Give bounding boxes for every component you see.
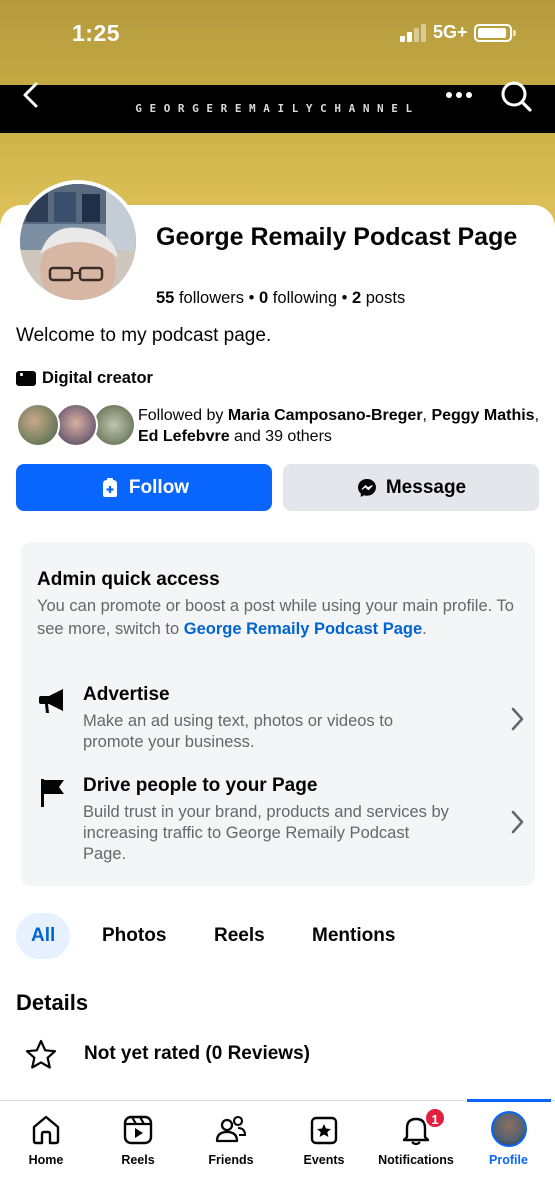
nav-label: Reels	[121, 1153, 155, 1167]
signal-icon	[400, 24, 428, 42]
nav-events[interactable]: Events	[278, 1101, 370, 1200]
followed-by-separator: ,	[534, 407, 540, 424]
nav-profile[interactable]: Profile	[462, 1101, 555, 1200]
message-button[interactable]: Message	[283, 464, 539, 511]
profile-tabs: All Photos Reels Mentions	[16, 913, 541, 959]
follow-icon	[102, 477, 117, 497]
advertise-title: Advertise	[83, 684, 170, 705]
follow-label: Follow	[128, 476, 190, 498]
drive-traffic-item[interactable]: Drive people to your Page Build trust in…	[37, 775, 527, 865]
status-time: 1:25	[72, 20, 121, 46]
following-count[interactable]: 0	[259, 289, 268, 307]
search-button[interactable]	[498, 78, 534, 114]
details-heading: Details	[16, 990, 89, 1015]
drive-traffic-description: Build trust in your brand, products and …	[83, 803, 449, 863]
star-icon	[25, 1039, 57, 1069]
nav-friends[interactable]: Friends	[184, 1101, 278, 1200]
nav-label: Events	[303, 1153, 345, 1167]
followers-count[interactable]: 55	[156, 289, 174, 307]
avatar-photo	[20, 184, 136, 300]
profile-bio: Welcome to my podcast page.	[16, 325, 272, 346]
page-category: Digital creator	[16, 369, 153, 388]
advertise-description: Make an ad using text, photos or videos …	[83, 712, 394, 751]
tab-reels[interactable]: Reels	[214, 913, 265, 959]
follower-name[interactable]: Ed Lefebvre	[138, 428, 230, 445]
video-camera-icon	[16, 371, 36, 386]
nav-label: Notifications	[378, 1153, 454, 1167]
nav-label: Home	[28, 1153, 64, 1167]
chevron-left-icon	[23, 82, 38, 108]
followed-by-row[interactable]: Followed by Maria Camposano-Breger, Pegg…	[16, 403, 541, 449]
switch-profile-link[interactable]: George Remaily Podcast Page	[184, 620, 422, 638]
follow-button[interactable]: Follow	[16, 464, 272, 511]
posts-count: 2	[351, 289, 362, 307]
status-bar: 1:25 5G+	[0, 0, 555, 70]
follower-name[interactable]: Peggy Mathis	[431, 407, 534, 424]
flag-icon	[41, 779, 64, 807]
bottom-nav: Home Reels Friends Events 1 Notification…	[0, 1099, 555, 1200]
profile-stats: 55 followers • 0 following • 2 posts	[156, 289, 405, 308]
chevron-right-icon	[511, 707, 524, 731]
events-icon	[310, 1116, 338, 1145]
drive-traffic-title: Drive people to your Page	[83, 775, 318, 796]
category-label: Digital creator	[42, 369, 153, 387]
rating-row[interactable]: Not yet rated (0 Reviews)	[24, 1038, 524, 1072]
tab-photos[interactable]: Photos	[102, 913, 166, 959]
home-icon	[32, 1115, 60, 1145]
tab-all[interactable]: All	[16, 913, 71, 959]
admin-card-title: Admin quick access	[37, 569, 220, 590]
admin-quick-access-card: Admin quick access You can promote or bo…	[21, 542, 535, 886]
message-label: Message	[385, 476, 467, 498]
profile-nav-avatar	[490, 1111, 527, 1147]
friends-icon	[215, 1115, 247, 1143]
follower-avatar	[54, 403, 98, 447]
admin-card-description: You can promote or boost a post while us…	[37, 595, 517, 641]
following-label[interactable]: following	[268, 289, 337, 307]
advertise-item[interactable]: Advertise Make an ad using text, photos …	[37, 684, 527, 751]
chevron-right-icon	[511, 810, 524, 834]
follower-avatar	[92, 403, 136, 447]
reels-icon	[123, 1115, 153, 1145]
profile-avatar[interactable]	[16, 180, 140, 304]
posts-label: posts	[361, 289, 406, 307]
megaphone-icon	[39, 689, 63, 713]
more-options-button[interactable]	[444, 86, 476, 106]
followers-label[interactable]: followers	[174, 289, 244, 307]
followed-by-prefix: Followed by	[138, 407, 228, 424]
follower-name[interactable]: Maria Camposano-Breger	[228, 407, 423, 424]
nav-notifications[interactable]: 1 Notifications	[370, 1101, 462, 1200]
back-button[interactable]	[14, 78, 48, 112]
nav-label: Profile	[489, 1153, 528, 1167]
notification-badge: 1	[424, 1107, 446, 1129]
rating-text: Not yet rated (0 Reviews)	[84, 1043, 310, 1064]
nav-label: Friends	[208, 1153, 254, 1167]
search-icon	[501, 81, 532, 112]
tab-mentions[interactable]: Mentions	[312, 913, 395, 959]
page-title: George Remaily Podcast Page	[156, 223, 518, 251]
nav-home[interactable]: Home	[0, 1101, 92, 1200]
followed-by-suffix: and 39 others	[229, 428, 332, 445]
followed-by-text: Followed by Maria Camposano-Breger, Pegg…	[138, 405, 541, 447]
admin-desc-suffix: .	[422, 620, 427, 638]
messenger-icon	[357, 478, 376, 497]
stats-separator: •	[341, 289, 352, 307]
stats-separator: •	[248, 289, 260, 307]
follower-avatar	[16, 403, 60, 447]
battery-icon	[474, 24, 516, 42]
network-label: 5G+	[433, 22, 468, 42]
nav-reels[interactable]: Reels	[92, 1101, 184, 1200]
